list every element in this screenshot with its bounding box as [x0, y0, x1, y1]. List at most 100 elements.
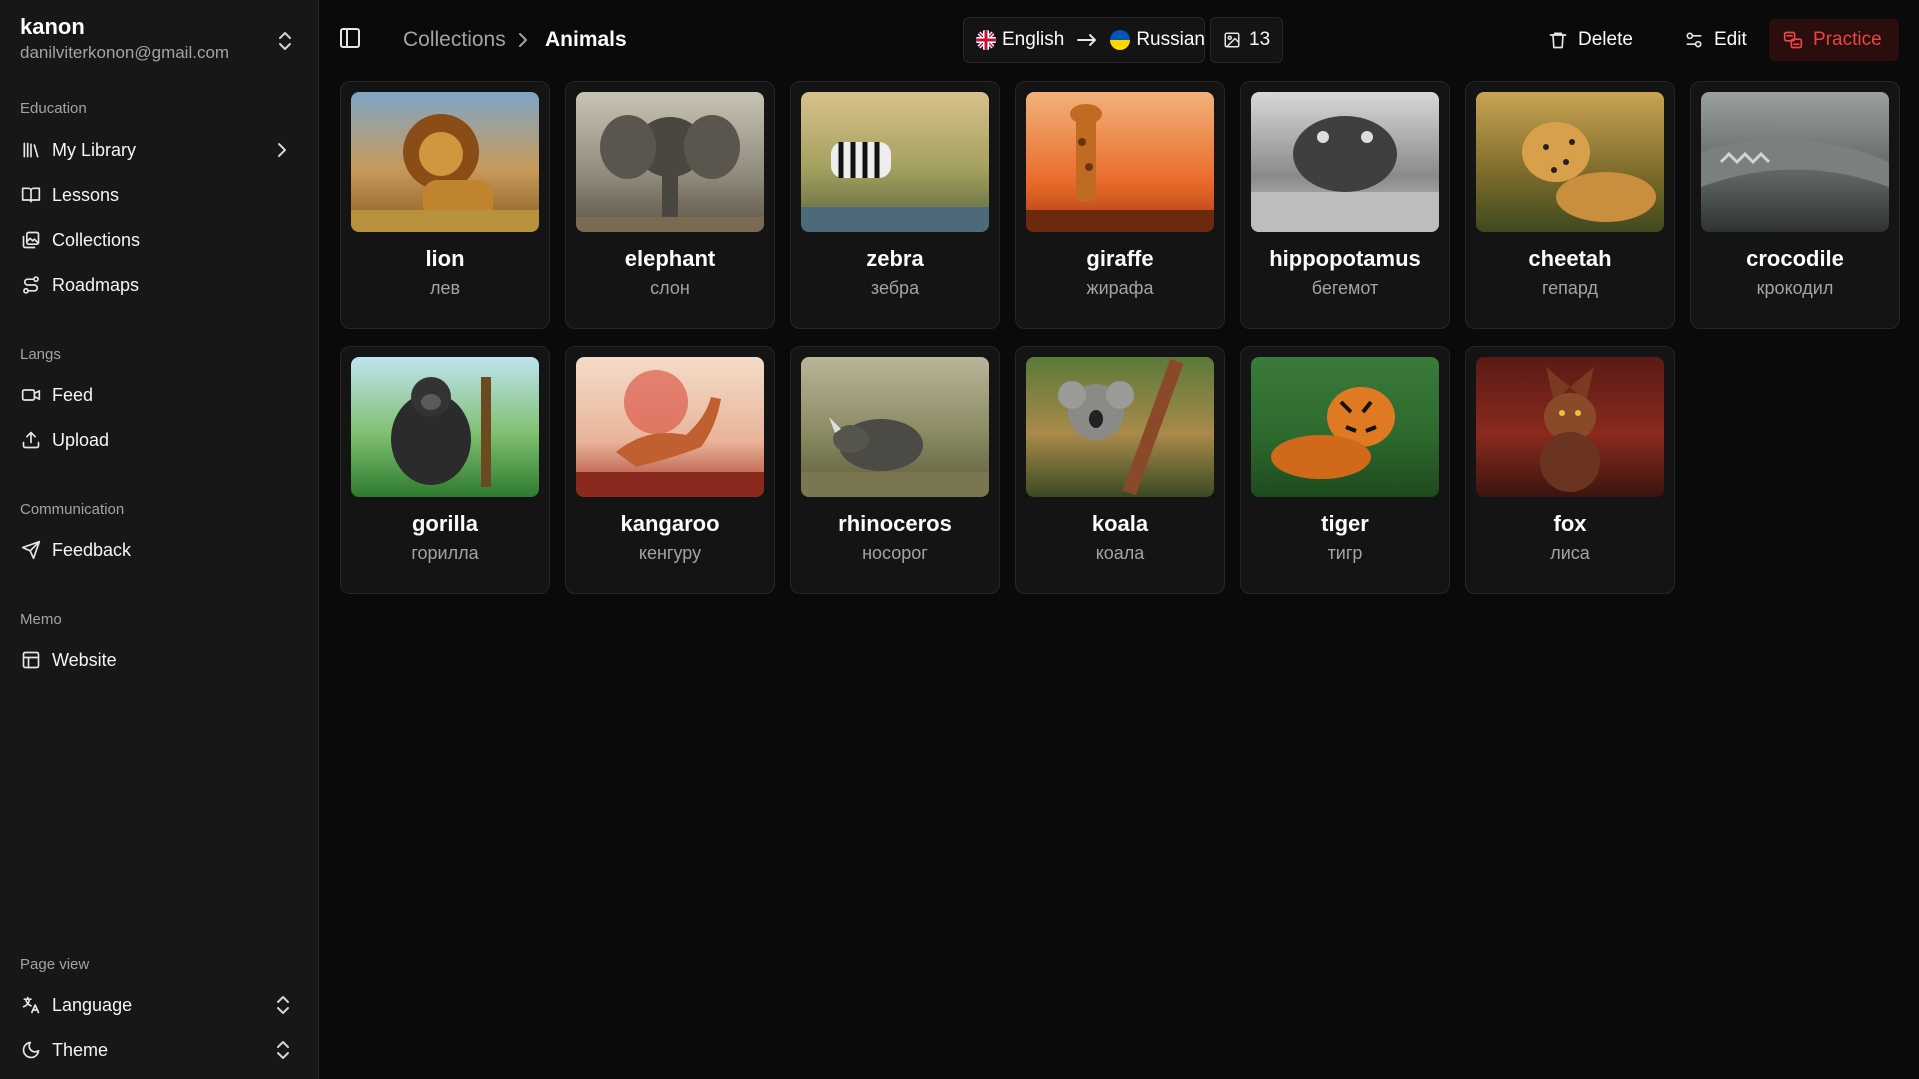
card-hippopotamus[interactable]: hippopotamus бегемот	[1240, 81, 1450, 329]
tiger-image	[1251, 357, 1439, 497]
card-translation: слон	[650, 278, 690, 298]
card-translation: носорог	[862, 543, 928, 563]
card-translation: лиса	[1550, 543, 1590, 563]
card-elephant[interactable]: elephant слон	[565, 81, 775, 329]
card-crocodile[interactable]: crocodile крокодил	[1690, 81, 1900, 329]
card-translation: бегемот	[1311, 278, 1379, 298]
target-language: Russian	[1136, 29, 1205, 50]
theme-select[interactable]: Theme	[12, 1031, 306, 1069]
cheetah-image	[1476, 92, 1664, 232]
card-gorilla[interactable]: gorilla горилла	[340, 346, 550, 594]
video-icon	[20, 384, 42, 406]
card-word: giraffe	[1086, 246, 1154, 271]
user-email: danilviterkonon@gmail.com	[20, 43, 230, 62]
sidebar-item-label: Roadmaps	[52, 274, 140, 295]
card-translation: гепард	[1541, 278, 1599, 298]
card-word: rhinoceros	[838, 511, 952, 536]
breadcrumb-separator-icon	[516, 30, 530, 50]
chevrons-up-down-icon	[274, 1039, 292, 1061]
card-word: tiger	[1321, 511, 1369, 536]
group-label-page-view: Page view	[20, 956, 90, 973]
card-koala[interactable]: koala коала	[1015, 346, 1225, 594]
elephant-image	[576, 92, 764, 232]
sidebar-item-my-library[interactable]: My Library	[12, 131, 306, 169]
sidebar-toggle-icon[interactable]	[338, 26, 362, 50]
card-word: gorilla	[411, 511, 478, 536]
route-icon	[20, 274, 42, 296]
sidebar-item-label: Lessons	[52, 184, 120, 205]
practice-icon	[1783, 30, 1803, 50]
sidebar-item-upload[interactable]: Upload	[12, 421, 306, 459]
trash-icon	[1548, 30, 1568, 50]
practice-label: Practice	[1813, 29, 1882, 50]
fox-image	[1476, 357, 1664, 497]
sidebar-item-feed[interactable]: Feed	[12, 376, 306, 414]
card-kangaroo[interactable]: kangaroo кенгуру	[565, 346, 775, 594]
card-word: elephant	[624, 246, 716, 271]
image-count: 13	[1249, 29, 1271, 50]
crocodile-image	[1701, 92, 1889, 232]
card-zebra[interactable]: zebra зебра	[790, 81, 1000, 329]
card-word: hippopotamus	[1269, 246, 1421, 271]
image-count-badge: 13	[1210, 17, 1284, 63]
uk-flag-icon	[976, 30, 996, 50]
group-label-education: Education	[20, 100, 87, 117]
koala-image	[1026, 357, 1214, 497]
gorilla-image	[351, 357, 539, 497]
ukraine-flag-icon	[1110, 30, 1131, 50]
card-word: lion	[425, 246, 465, 271]
card-fox[interactable]: fox лиса	[1465, 346, 1675, 594]
card-translation: тигр	[1327, 543, 1363, 563]
card-word: fox	[1553, 511, 1587, 536]
zebra-image	[801, 92, 989, 232]
upload-icon	[20, 429, 42, 451]
sidebar-item-label: Collections	[52, 229, 141, 250]
sliders-icon	[1684, 30, 1704, 50]
sidebar-item-lessons[interactable]: Lessons	[12, 176, 306, 214]
breadcrumb-current: Animals	[545, 28, 627, 51]
send-icon	[20, 539, 42, 561]
sidebar-item-label: Theme	[52, 1039, 109, 1060]
giraffe-image	[1026, 92, 1214, 232]
rhinoceros-image	[801, 357, 989, 497]
source-language: English	[1002, 29, 1065, 50]
card-translation: жирафа	[1086, 278, 1154, 298]
card-word: kangaroo	[620, 511, 720, 536]
card-cheetah[interactable]: cheetah гепард	[1465, 81, 1675, 329]
sidebar-item-label: My Library	[52, 139, 137, 160]
card-rhinoceros[interactable]: rhinoceros носорог	[790, 346, 1000, 594]
card-translation: лев	[429, 278, 461, 298]
language-select[interactable]: Language	[12, 986, 306, 1024]
user-switcher[interactable]: kanon danilviterkonon@gmail.com	[20, 12, 298, 70]
card-lion[interactable]: lion лев	[340, 81, 550, 329]
sidebar-item-label: Website	[52, 649, 117, 670]
book-open-icon	[20, 184, 42, 206]
sidebar-item-feedback[interactable]: Feedback	[12, 531, 306, 569]
sidebar-item-collections[interactable]: Collections	[12, 221, 306, 259]
kangaroo-image	[576, 357, 764, 497]
gallery-icon	[20, 229, 42, 251]
card-word: koala	[1091, 511, 1149, 536]
edit-label: Edit	[1714, 29, 1747, 50]
delete-button[interactable]: Delete	[1534, 19, 1647, 61]
language-pair[interactable]: English Russian	[963, 17, 1205, 63]
card-translation: крокодил	[1756, 278, 1834, 298]
card-word: zebra	[866, 246, 924, 271]
sidebar-item-roadmaps[interactable]: Roadmaps	[12, 266, 306, 304]
card-translation: зебра	[870, 278, 920, 298]
sidebar-item-website[interactable]: Website	[12, 641, 306, 679]
sidebar: kanon danilviterkonon@gmail.com Educatio…	[0, 0, 319, 1079]
card-translation: кенгуру	[638, 543, 702, 563]
card-translation: горилла	[411, 543, 479, 563]
card-giraffe[interactable]: giraffe жирафа	[1015, 81, 1225, 329]
hippopotamus-image	[1251, 92, 1439, 232]
practice-button[interactable]: Practice	[1769, 19, 1899, 61]
chevron-right-icon	[272, 139, 292, 161]
group-label-langs: Langs	[20, 346, 61, 363]
chevrons-up-down-icon	[274, 994, 292, 1016]
card-tiger[interactable]: tiger тигр	[1240, 346, 1450, 594]
layout-icon	[20, 649, 42, 671]
breadcrumb-collections[interactable]: Collections	[403, 26, 506, 54]
edit-button[interactable]: Edit	[1670, 19, 1761, 61]
image-icon	[1223, 31, 1241, 49]
